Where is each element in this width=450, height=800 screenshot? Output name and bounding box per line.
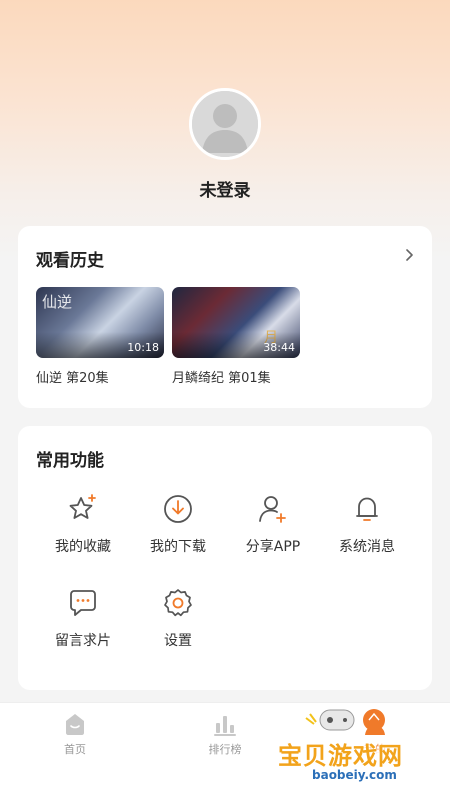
- watermark: 宝贝游戏网 baobeiy.com: [270, 702, 450, 800]
- history-title: 观看历史: [36, 251, 104, 271]
- download-icon: [164, 495, 192, 523]
- system-messages-button[interactable]: 系统消息: [322, 492, 412, 556]
- user-plus-icon: [259, 496, 286, 523]
- watermark-text: 宝贝游戏网: [278, 742, 403, 770]
- system-messages-label: 系统消息: [339, 539, 395, 555]
- bell-icon: [356, 497, 378, 521]
- star-plus-icon: [69, 494, 96, 519]
- tab-home-label: 首页: [64, 743, 86, 756]
- watermark-url: baobeiy.com: [312, 768, 397, 782]
- favorites-button[interactable]: 我的收藏: [38, 492, 128, 556]
- share-app-label: 分享APP: [245, 539, 301, 555]
- login-status-text[interactable]: 未登录: [0, 176, 450, 201]
- tab-home[interactable]: 首页: [35, 711, 115, 757]
- share-app-button[interactable]: 分享APP: [228, 492, 318, 556]
- functions-title: 常用功能: [36, 451, 104, 471]
- thumbnail-art-text: 仙逆: [42, 293, 73, 311]
- message-icon: [70, 590, 96, 616]
- tab-ranking[interactable]: 排行榜: [185, 711, 265, 757]
- home-icon: [66, 714, 84, 735]
- settings-gear-icon: [164, 589, 192, 617]
- history-caption-2[interactable]: 月鳞绮纪 第01集: [172, 367, 271, 386]
- settings-label: 设置: [164, 633, 192, 649]
- common-functions-card: 常用功能 我的收藏 我的下载 分享APP 系统消息 留言求片 设置: [18, 426, 432, 690]
- thumbnail-duration: 38:44: [263, 341, 295, 354]
- favorites-label: 我的收藏: [55, 539, 111, 555]
- watch-history-card: 观看历史 仙逆 10:18 仙逆 第20集 月 38:44 月鳞绮纪 第01集: [18, 226, 432, 408]
- history-thumbnail-2[interactable]: 月 38:44: [172, 287, 300, 358]
- thumbnail-duration: 10:18: [127, 341, 159, 354]
- ranking-icon: [214, 716, 236, 736]
- downloads-button[interactable]: 我的下载: [133, 492, 223, 556]
- settings-button[interactable]: 设置: [133, 586, 223, 650]
- downloads-label: 我的下载: [150, 539, 206, 555]
- profile-section: 未登录: [0, 88, 450, 201]
- avatar[interactable]: [189, 88, 261, 160]
- chevron-right-icon[interactable]: [402, 248, 416, 262]
- tab-ranking-label: 排行榜: [208, 743, 242, 756]
- history-caption-1[interactable]: 仙逆 第20集: [36, 367, 109, 386]
- history-thumbnail-1[interactable]: 仙逆 10:18: [36, 287, 164, 358]
- default-avatar-icon: [192, 91, 258, 157]
- request-movie-button[interactable]: 留言求片: [38, 586, 128, 650]
- request-movie-label: 留言求片: [55, 633, 111, 649]
